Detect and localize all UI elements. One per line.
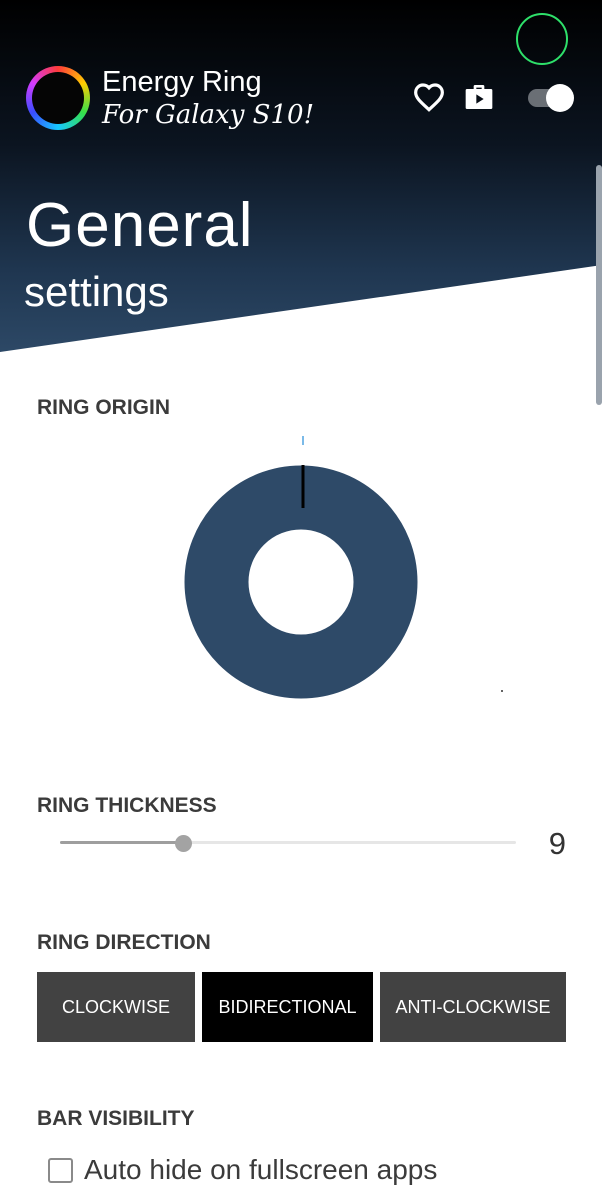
ring-direction-label: RING DIRECTION [37,931,211,954]
scrollbar[interactable] [596,165,602,405]
slider-fill [60,841,183,844]
toggle-knob [546,84,574,112]
auto-hide-label[interactable]: Auto hide on fullscreen apps [84,1154,437,1186]
page-subtitle: settings [24,268,169,315]
play-store-icon [465,85,493,109]
app-logo-icon [26,66,90,130]
direction-clockwise-button[interactable]: CLOCKWISE [37,972,195,1042]
direction-bidirectional-button[interactable]: BIDIRECTIONAL [202,972,373,1042]
ring-dot [501,690,503,692]
ring-thickness-slider[interactable] [60,834,516,852]
bar-visibility-label: BAR VISIBILITY [37,1107,195,1130]
page-title: General [26,191,254,260]
ring-origin-picker[interactable] [180,430,510,710]
direction-anticlockwise-button[interactable]: ANTI-CLOCKWISE [380,972,566,1042]
store-button[interactable] [462,80,496,114]
slider-thumb[interactable] [175,835,192,852]
app-title: Energy Ring [102,66,262,98]
ring-thickness-label: RING THICKNESS [37,794,217,817]
ring-origin-label: RING ORIGIN [37,396,171,419]
camera-cutout-indicator [516,13,568,65]
favorite-button[interactable] [412,80,446,114]
ring-preview [184,465,418,699]
auto-hide-checkbox[interactable] [48,1158,73,1183]
enable-toggle[interactable] [528,84,574,112]
ring-thickness-value: 9 [548,826,566,861]
app-subtitle: For Galaxy S10! [102,100,315,130]
heart-icon [414,83,444,112]
